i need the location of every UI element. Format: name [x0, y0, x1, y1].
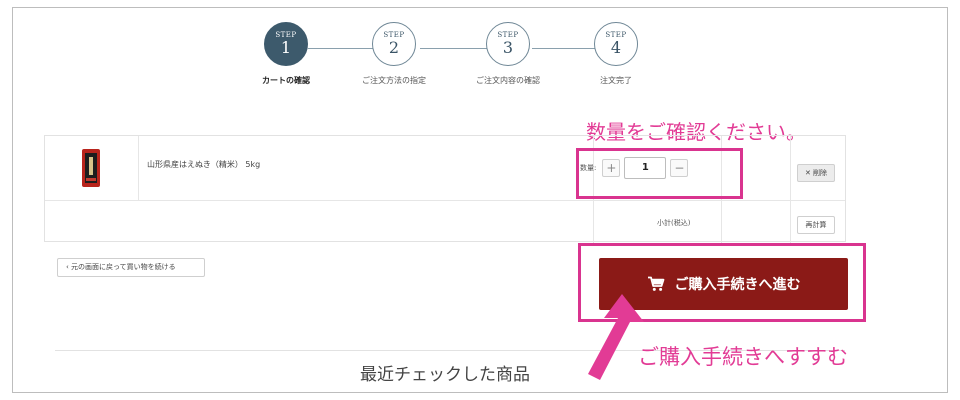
step-1: STEP 1 カートの確認 [236, 22, 336, 86]
step-number: 3 [502, 38, 514, 57]
row-divider [45, 200, 845, 201]
step-circle: STEP 3 [486, 22, 530, 66]
checkout-stepper: STEP 1 カートの確認 STEP 2 ご注文方法の指定 STEP 3 ご注文… [240, 14, 680, 104]
step-label: カートの確認 [262, 76, 310, 85]
product-thumbnail[interactable] [71, 148, 111, 188]
checkout-annotation: ご購入手続きへすすむ [638, 345, 848, 369]
column-divider [790, 136, 791, 243]
subtotal-label: 小計(税込) [657, 219, 691, 227]
step-2: STEP 2 ご注文方法の指定 [344, 22, 444, 86]
step-number: 1 [280, 38, 292, 57]
step-label: 注文完了 [600, 76, 632, 85]
step-label: ご注文内容の確認 [476, 76, 540, 85]
column-divider [138, 136, 139, 200]
recent-items-heading: 最近チェックした商品 [360, 365, 530, 385]
product-name-link[interactable]: 山形県産はえぬき（精米） 5kg [147, 159, 260, 170]
quantity-highlight-box [576, 148, 743, 199]
step-label: ご注文方法の指定 [362, 76, 426, 85]
step-circle: STEP 4 [594, 22, 638, 66]
step-number: 2 [388, 38, 400, 57]
step-number: 4 [610, 38, 622, 57]
rice-bag-image [82, 149, 100, 187]
step-circle: STEP 1 [264, 22, 308, 66]
continue-shopping-button[interactable]: ‹ 元の画面に戻って買い物を続ける [57, 258, 205, 277]
step-3: STEP 3 ご注文内容の確認 [458, 22, 558, 86]
step-4: STEP 4 注文完了 [566, 22, 666, 86]
recalculate-button[interactable]: 再計算 [797, 216, 835, 234]
step-circle: STEP 2 [372, 22, 416, 66]
delete-button[interactable]: ✕ 削除 [797, 164, 835, 182]
